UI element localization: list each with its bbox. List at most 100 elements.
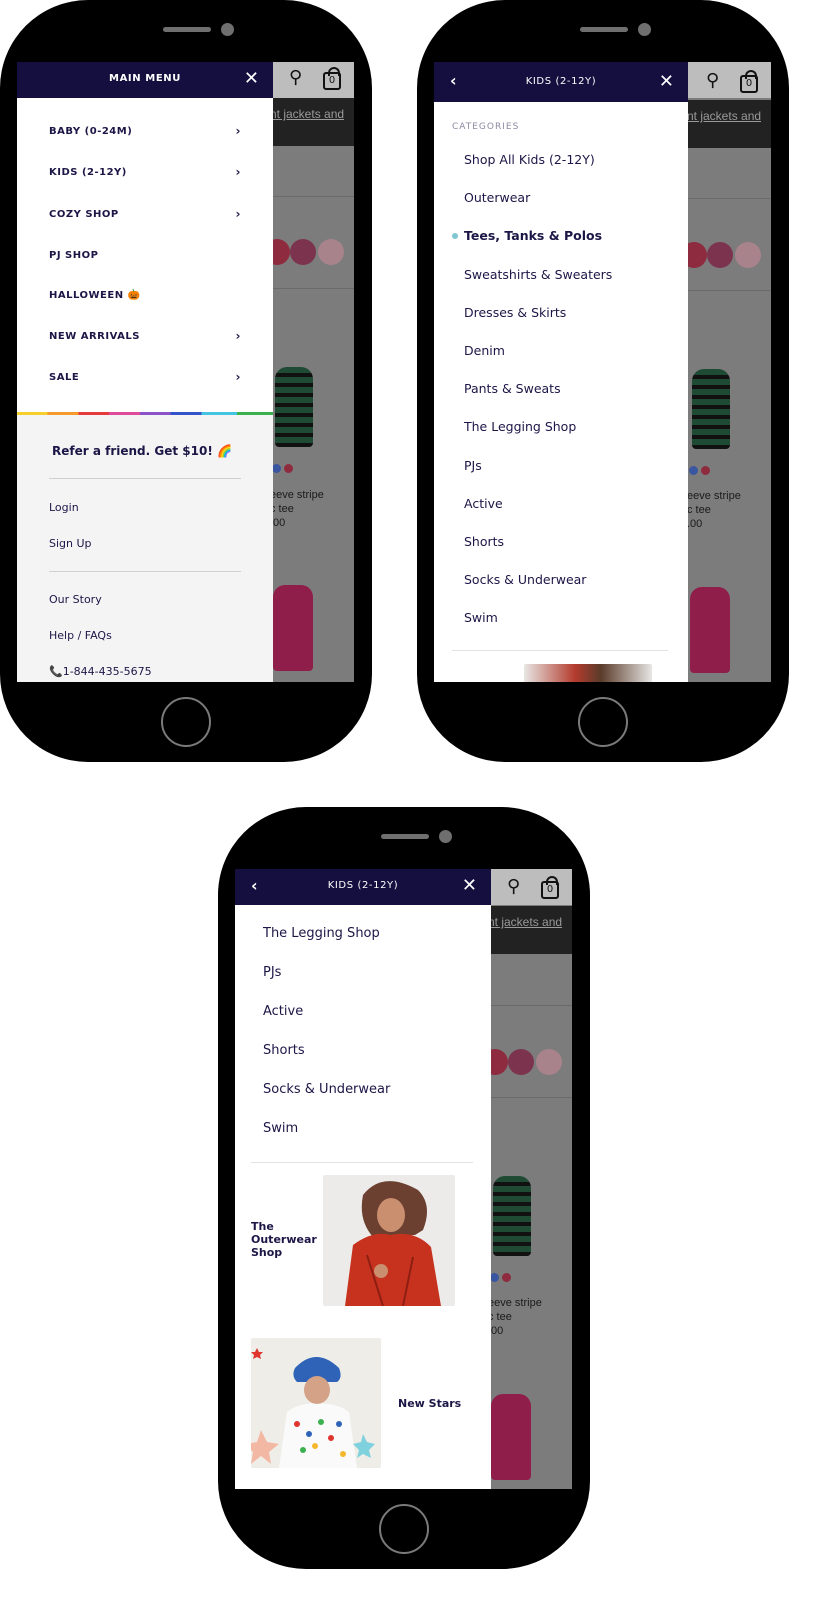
category-socks-underwear[interactable]: Socks & Underwear (263, 1082, 390, 1097)
home-button[interactable] (379, 1504, 429, 1554)
screen-3: ⚲ 0 nt jackets and eeve stripe c tee .00… (235, 869, 572, 1489)
speaker (163, 27, 211, 32)
outerwear-shop-title[interactable]: The Outerwear Shop (251, 1220, 321, 1259)
chevron-right-icon: › (235, 165, 241, 179)
product-price: .00 (687, 518, 703, 530)
speaker (580, 27, 628, 32)
phone-frame-1: ⚲ 0 nt jackets and eeve stripe c tee .00… (0, 0, 372, 762)
menu-item-halloween[interactable]: HALLOWEEN 🎃 (49, 290, 241, 301)
category-active[interactable]: Active (263, 1004, 303, 1019)
drawer-title: KIDS (2-12Y) (327, 880, 399, 891)
product-image[interactable] (491, 1394, 531, 1480)
divider (452, 650, 668, 651)
category-swim[interactable]: Swim (263, 1121, 298, 1136)
menu-item-baby[interactable]: BABY (0-24M) › (49, 124, 241, 138)
categories-label: CATEGORIES (452, 122, 520, 132)
product-name: c tee (488, 1311, 512, 1323)
bag-icon[interactable]: 0 (323, 67, 341, 90)
color-dot (284, 464, 293, 473)
category-shop-all-kids[interactable]: Shop All Kids (2-12Y) (464, 152, 595, 167)
category-pjs[interactable]: PJs (464, 458, 482, 473)
menu-item-sale[interactable]: SALE › (49, 370, 241, 384)
color-swatch[interactable] (508, 1049, 534, 1075)
refer-a-friend-link[interactable]: Refer a friend. Get $10! 🌈 (52, 444, 232, 458)
category-active[interactable]: Active (464, 496, 503, 511)
rainbow-divider (17, 412, 273, 415)
close-icon[interactable]: ✕ (244, 68, 259, 90)
screen-1: ⚲ 0 nt jackets and eeve stripe c tee .00… (17, 62, 354, 682)
close-icon[interactable]: ✕ (462, 875, 477, 897)
category-shorts[interactable]: Shorts (464, 534, 504, 549)
product-name: c tee (687, 504, 711, 516)
search-icon[interactable]: ⚲ (507, 876, 520, 897)
color-dot (502, 1273, 511, 1282)
outerwear-promo-image[interactable] (524, 664, 652, 682)
main-menu-drawer: MAIN MENU ✕ BABY (0-24M) › KIDS (2-12Y) › … (17, 62, 273, 682)
search-icon[interactable]: ⚲ (289, 67, 302, 88)
phone-frame-3: ⚲ 0 nt jackets and eeve stripe c tee .00… (218, 807, 590, 1569)
new-stars-title[interactable]: New Stars (398, 1397, 461, 1410)
signup-link[interactable]: Sign Up (49, 537, 92, 550)
close-icon[interactable]: ✕ (659, 71, 674, 93)
drawer-title: MAIN MENU (109, 73, 181, 84)
product-name: eeve stripe (687, 490, 741, 502)
color-dot (689, 466, 698, 475)
product-image[interactable] (692, 369, 730, 449)
bag-icon[interactable]: 0 (541, 876, 559, 899)
camera (638, 23, 651, 36)
help-faqs-link[interactable]: Help / FAQs (49, 629, 112, 642)
speaker (381, 834, 429, 839)
screen-2: ⚲ 0 nt jackets and eeve stripe c tee .00… (434, 62, 771, 682)
color-swatch[interactable] (290, 239, 316, 265)
drawer-header: ‹ KIDS (2-12Y) ✕ (235, 869, 491, 905)
color-swatch[interactable] (536, 1049, 562, 1075)
drawer-title: KIDS (2-12Y) (525, 76, 597, 87)
category-dresses-skirts[interactable]: Dresses & Skirts (464, 305, 566, 320)
chevron-right-icon: › (235, 207, 241, 221)
category-swim[interactable]: Swim (464, 610, 498, 625)
our-story-link[interactable]: Our Story (49, 593, 102, 606)
chevron-right-icon: › (235, 329, 241, 343)
camera (439, 830, 452, 843)
menu-item-pj-shop[interactable]: PJ SHOP (49, 250, 241, 261)
menu-item-new-arrivals[interactable]: NEW ARRIVALS › (49, 329, 241, 343)
color-swatch[interactable] (707, 242, 733, 268)
color-swatch[interactable] (318, 239, 344, 265)
bag-icon[interactable]: 0 (740, 70, 758, 93)
category-legging-shop[interactable]: The Legging Shop (464, 419, 576, 434)
category-tees-tanks-polos[interactable]: Tees, Tanks & Polos (464, 228, 602, 243)
product-image[interactable] (690, 587, 730, 673)
color-swatch[interactable] (735, 242, 761, 268)
product-image[interactable] (275, 367, 313, 447)
search-icon[interactable]: ⚲ (706, 70, 719, 91)
category-pjs[interactable]: PJs (263, 965, 281, 980)
chevron-right-icon: › (235, 124, 241, 138)
category-denim[interactable]: Denim (464, 343, 505, 358)
category-socks-underwear[interactable]: Socks & Underwear (464, 572, 586, 587)
category-outerwear[interactable]: Outerwear (464, 190, 530, 205)
category-legging-shop[interactable]: The Legging Shop (263, 926, 380, 941)
camera (221, 23, 234, 36)
login-link[interactable]: Login (49, 501, 79, 514)
divider (49, 478, 241, 479)
home-button[interactable] (578, 697, 628, 747)
new-stars-photo (251, 1348, 375, 1468)
product-image[interactable] (493, 1176, 531, 1256)
category-shorts[interactable]: Shorts (263, 1043, 305, 1058)
product-name: c tee (270, 503, 294, 515)
menu-item-kids[interactable]: KIDS (2-12Y) › (49, 165, 241, 179)
category-sweatshirts-sweaters[interactable]: Sweatshirts & Sweaters (464, 267, 612, 282)
new-stars-promo-image[interactable] (251, 1338, 381, 1468)
color-dot (490, 1273, 499, 1282)
outerwear-photo (345, 1181, 441, 1306)
phone-icon: 📞 (49, 665, 63, 678)
divider (49, 571, 241, 572)
category-pants-sweats[interactable]: Pants & Sweats (464, 381, 561, 396)
menu-item-cozy-shop[interactable]: COZY SHOP › (49, 207, 241, 221)
kids-menu-drawer-scrolled: ‹ KIDS (2-12Y) ✕ The Legging Shop PJs Ac… (235, 869, 491, 1489)
home-button[interactable] (161, 697, 211, 747)
phone-number-link[interactable]: 📞1-844-435-5675 (49, 665, 152, 678)
color-dot (272, 464, 281, 473)
product-image[interactable] (273, 585, 313, 671)
outerwear-promo-image[interactable] (323, 1175, 455, 1306)
